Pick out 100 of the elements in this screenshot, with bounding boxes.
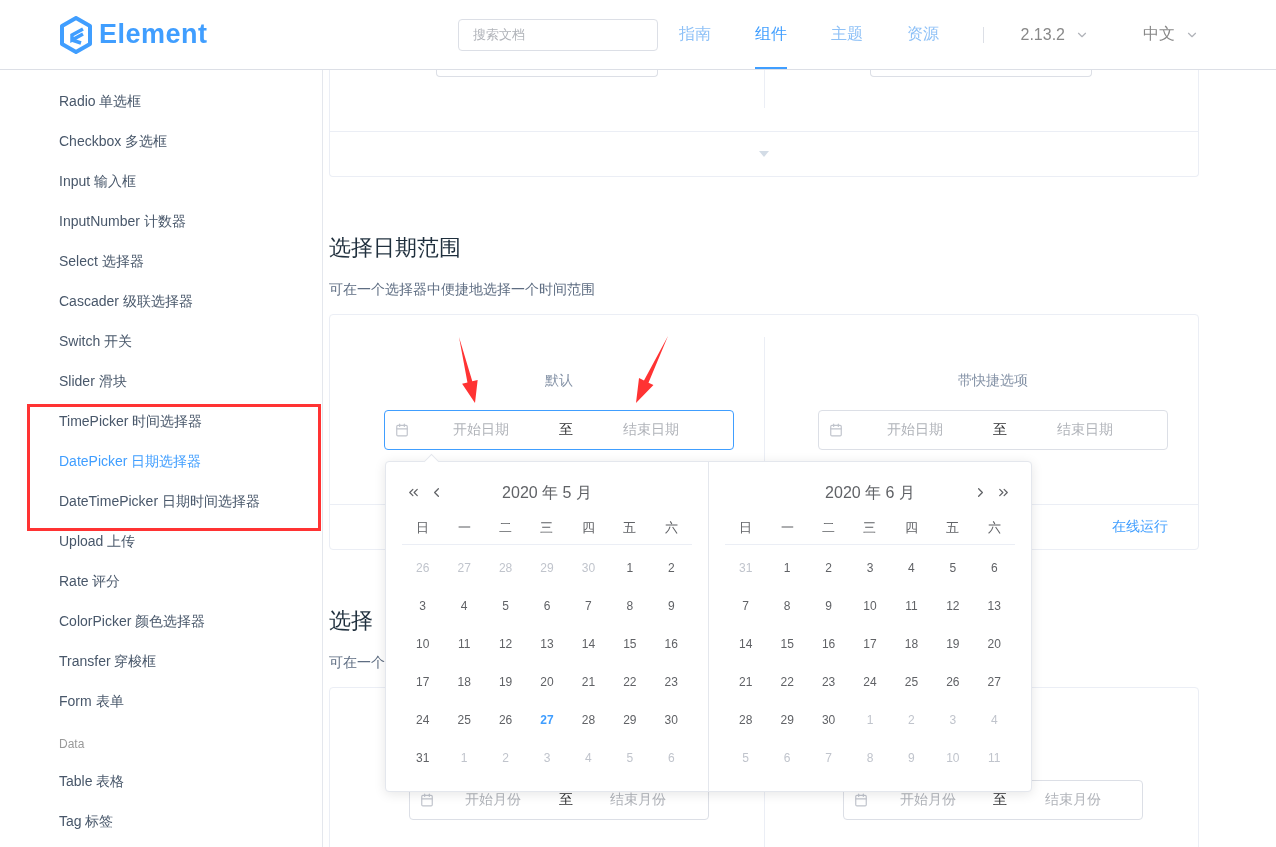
- date-range-field[interactable]: 开始日期 至 结束日期: [818, 410, 1169, 450]
- logo-icon: [59, 15, 93, 54]
- annotation-arrow: [636, 336, 668, 403]
- calendar-day[interactable]: 27: [973, 663, 1015, 701]
- calendar-day[interactable]: 18: [443, 663, 485, 701]
- month-title: 2020 年 5 月: [502, 482, 592, 503]
- calendar-day[interactable]: 17: [849, 625, 891, 663]
- calendar-day[interactable]: 2: [650, 549, 692, 587]
- sidebar-item[interactable]: Transfer 穿梭框: [0, 641, 322, 681]
- calendar-day[interactable]: 7: [567, 587, 610, 625]
- calendar-day[interactable]: 28: [725, 701, 767, 739]
- sidebar-item[interactable]: Radio 单选框: [0, 81, 322, 121]
- sidebar-item[interactable]: Table 表格: [0, 761, 322, 801]
- calendar-day[interactable]: 15: [766, 625, 808, 663]
- section-title: 选择日期范围: [329, 234, 461, 262]
- calendar-day[interactable]: 8: [609, 587, 651, 625]
- calendar-day[interactable]: 19: [932, 625, 974, 663]
- sidebar-item[interactable]: Cascader 级联选择器: [0, 281, 322, 321]
- section-description: 可在一个选择器中便捷地选择一个时间范围: [329, 280, 595, 299]
- calendar-day[interactable]: 26: [932, 663, 974, 701]
- calendar-day[interactable]: 17: [402, 663, 444, 701]
- calendar-day[interactable]: 8: [766, 587, 808, 625]
- calendar-day[interactable]: 10: [402, 625, 444, 663]
- calendar-day[interactable]: 30: [807, 701, 850, 739]
- calendar-day[interactable]: 9: [807, 587, 850, 625]
- calendar-day[interactable]: 14: [567, 625, 610, 663]
- sidebar-item[interactable]: Rate 评分: [0, 561, 322, 601]
- sidebar-item[interactable]: DateTimePicker 日期时间选择器: [0, 481, 322, 521]
- calendar-day[interactable]: 13: [973, 587, 1015, 625]
- calendar-day[interactable]: 28: [567, 701, 610, 739]
- date-range-field[interactable]: 开始日期 至 结束日期: [383, 410, 734, 450]
- calendar-day[interactable]: 14: [725, 625, 767, 663]
- sidebar-item[interactable]: Input 输入框: [0, 161, 322, 201]
- weekday-label: 二: [821, 519, 837, 537]
- calendar-day[interactable]: 5: [484, 587, 527, 625]
- calendar-day[interactable]: 11: [443, 625, 485, 663]
- annotation-arrow: [459, 337, 478, 403]
- calendar-day[interactable]: 23: [807, 663, 850, 701]
- version-dropdown[interactable]: 2.13.2: [1020, 0, 1089, 69]
- weekday-label: 日: [415, 519, 431, 537]
- calendar-day[interactable]: 20: [973, 625, 1015, 663]
- calendar-day[interactable]: 12: [484, 625, 527, 663]
- end-placeholder: 结束月份: [609, 791, 668, 809]
- calendar-day[interactable]: 25: [443, 701, 485, 739]
- calendar-day[interactable]: 25: [890, 663, 933, 701]
- calendar-day[interactable]: 1: [609, 549, 651, 587]
- weekday-label: 六: [663, 519, 679, 537]
- calendar-day[interactable]: 5: [932, 549, 974, 587]
- language-dropdown[interactable]: 中文: [1143, 0, 1199, 69]
- calendar-day[interactable]: 16: [650, 625, 692, 663]
- sidebar-item[interactable]: TimePicker 时间选择器: [0, 401, 322, 441]
- calendar-day[interactable]: 6: [973, 549, 1015, 587]
- calendar-day[interactable]: 4: [443, 587, 485, 625]
- sidebar-item[interactable]: Select 选择器: [0, 241, 322, 281]
- calendar-icon: [829, 423, 844, 437]
- calendar-day[interactable]: 4: [890, 549, 933, 587]
- calendar-day[interactable]: 31: [402, 739, 444, 777]
- calendar-day[interactable]: 21: [567, 663, 610, 701]
- sidebar-item[interactable]: Form 表单: [0, 681, 322, 721]
- calendar-day[interactable]: 3: [402, 587, 444, 625]
- sidebar-item[interactable]: Upload 上传: [0, 521, 322, 561]
- weekday-label: 六: [986, 519, 1002, 537]
- calendar-day[interactable]: 11: [890, 587, 933, 625]
- calendar-day[interactable]: 29: [766, 701, 808, 739]
- calendar-day[interactable]: 15: [609, 625, 651, 663]
- calendar-day[interactable]: 23: [650, 663, 692, 701]
- sidebar-group-title: Data: [58, 736, 86, 753]
- calendar-day[interactable]: 20: [526, 663, 568, 701]
- input-field[interactable]: [870, 70, 1093, 77]
- sidebar-item[interactable]: InputNumber 计数器: [0, 201, 322, 241]
- calendar-day[interactable]: 29: [609, 701, 651, 739]
- calendar-day[interactable]: 22: [766, 663, 808, 701]
- calendar-day[interactable]: 22: [609, 663, 651, 701]
- calendar-day[interactable]: 21: [725, 663, 767, 701]
- calendar-day[interactable]: 7: [725, 587, 767, 625]
- sidebar-item[interactable]: Tag 标签: [0, 801, 322, 841]
- calendar-day[interactable]: 24: [849, 663, 891, 701]
- sidebar-item[interactable]: Slider 滑块: [0, 361, 322, 401]
- end-placeholder: 结束月份: [1043, 791, 1102, 809]
- calendar-day[interactable]: 6: [526, 587, 568, 625]
- calendar-day[interactable]: 3: [849, 549, 891, 587]
- calendar-day[interactable]: 16: [807, 625, 850, 663]
- calendar-day[interactable]: 19: [484, 663, 527, 701]
- calendar-day[interactable]: 30: [650, 701, 692, 739]
- sidebar-item[interactable]: ColorPicker 颜色选择器: [0, 601, 322, 641]
- calendar-day[interactable]: 13: [526, 625, 568, 663]
- calendar-day[interactable]: 26: [484, 701, 527, 739]
- input-field[interactable]: [435, 70, 658, 77]
- calendar-day[interactable]: 10: [849, 587, 891, 625]
- weekday-label: 四: [903, 519, 919, 537]
- calendar-day[interactable]: 1: [766, 549, 808, 587]
- calendar-day[interactable]: 18: [890, 625, 933, 663]
- calendar-day[interactable]: 12: [932, 587, 974, 625]
- calendar-day[interactable]: 9: [650, 587, 692, 625]
- calendar-day[interactable]: 2: [807, 549, 850, 587]
- sidebar-item[interactable]: Switch 开关: [0, 321, 322, 361]
- weekday-label: 四: [580, 519, 596, 537]
- sidebar-item[interactable]: Checkbox 多选框: [0, 121, 322, 161]
- calendar-day[interactable]: 24: [402, 701, 444, 739]
- search-field[interactable]: 搜索文档: [457, 18, 658, 51]
